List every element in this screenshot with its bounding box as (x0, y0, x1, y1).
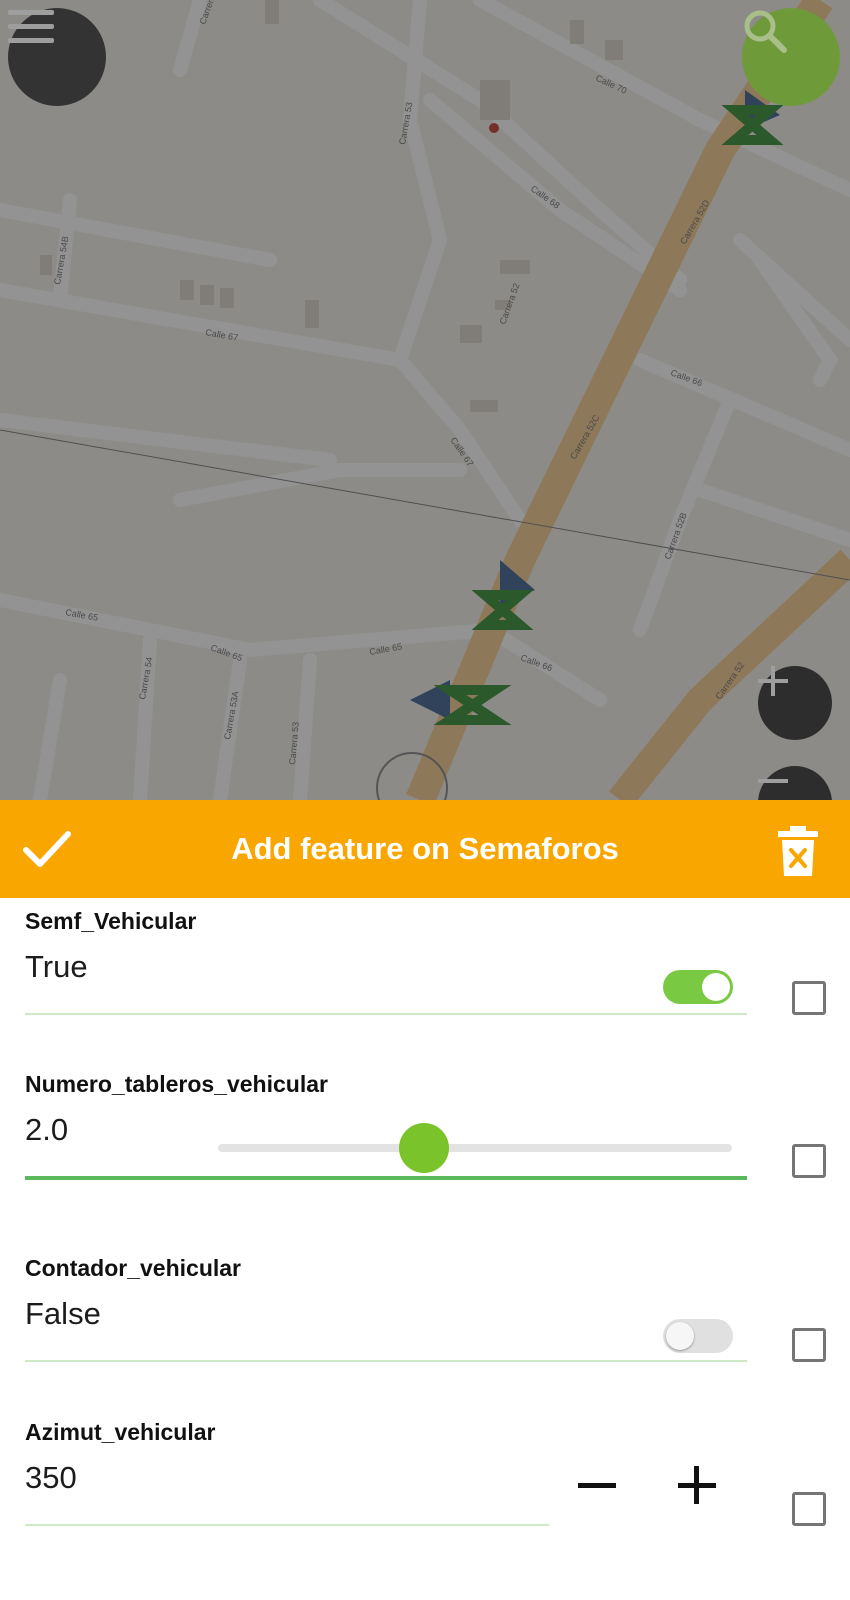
field-value-azimut-vehicular[interactable]: 350 (25, 1460, 77, 1496)
plus-icon (678, 1466, 716, 1504)
numero-tableros-remember-checkbox[interactable] (792, 1144, 826, 1178)
feature-form: Semf_Vehicular True Numero_tableros_vehi… (0, 898, 850, 1600)
field-value-semf-vehicular: True (25, 949, 88, 984)
field-label-azimut-vehicular: Azimut_vehicular (25, 1419, 216, 1445)
field-value-contador-vehicular: False (25, 1296, 101, 1331)
form-header: Add feature on Semaforos (0, 800, 850, 898)
field-underline (25, 1360, 747, 1362)
field-underline-active (25, 1176, 747, 1180)
numero-tableros-slider-thumb[interactable] (398, 1123, 449, 1173)
field-label-contador-vehicular: Contador_vehicular (25, 1255, 241, 1281)
map-view[interactable]: Carrera 54 Calle 70 Calle 68 Carrera 53 … (0, 0, 850, 800)
search-button[interactable] (742, 8, 840, 106)
numero-tableros-slider-track[interactable] (218, 1144, 732, 1152)
toggle-knob (666, 1322, 694, 1350)
azimut-vehicular-remember-checkbox[interactable] (792, 1492, 826, 1526)
field-value-numero-tableros: 2.0 (25, 1112, 69, 1147)
minus-icon (578, 1483, 616, 1488)
search-icon (744, 10, 787, 53)
trash-icon (778, 826, 818, 876)
contador-vehicular-toggle[interactable] (663, 1319, 733, 1353)
delete-button[interactable] (776, 826, 820, 876)
zoom-in-button[interactable] (758, 666, 832, 740)
azimut-decrement-button[interactable] (572, 1460, 622, 1510)
field-underline (25, 1524, 549, 1526)
azimut-increment-button[interactable] (672, 1460, 722, 1510)
menu-button[interactable] (8, 8, 106, 106)
check-icon (23, 831, 71, 867)
confirm-button[interactable] (20, 822, 74, 876)
map-dim-overlay (0, 0, 850, 800)
field-underline (25, 1013, 747, 1015)
toggle-knob (702, 973, 730, 1001)
menu-icon (8, 10, 54, 43)
semf-vehicular-remember-checkbox[interactable] (792, 981, 826, 1015)
minus-icon (758, 779, 788, 783)
field-label-numero-tableros: Numero_tableros_vehicular (25, 1071, 328, 1097)
contador-vehicular-remember-checkbox[interactable] (792, 1328, 826, 1362)
plus-icon (758, 666, 788, 696)
semf-vehicular-toggle[interactable] (663, 970, 733, 1004)
header-title: Add feature on Semaforos (231, 831, 619, 866)
field-label-semf-vehicular: Semf_Vehicular (25, 908, 197, 934)
